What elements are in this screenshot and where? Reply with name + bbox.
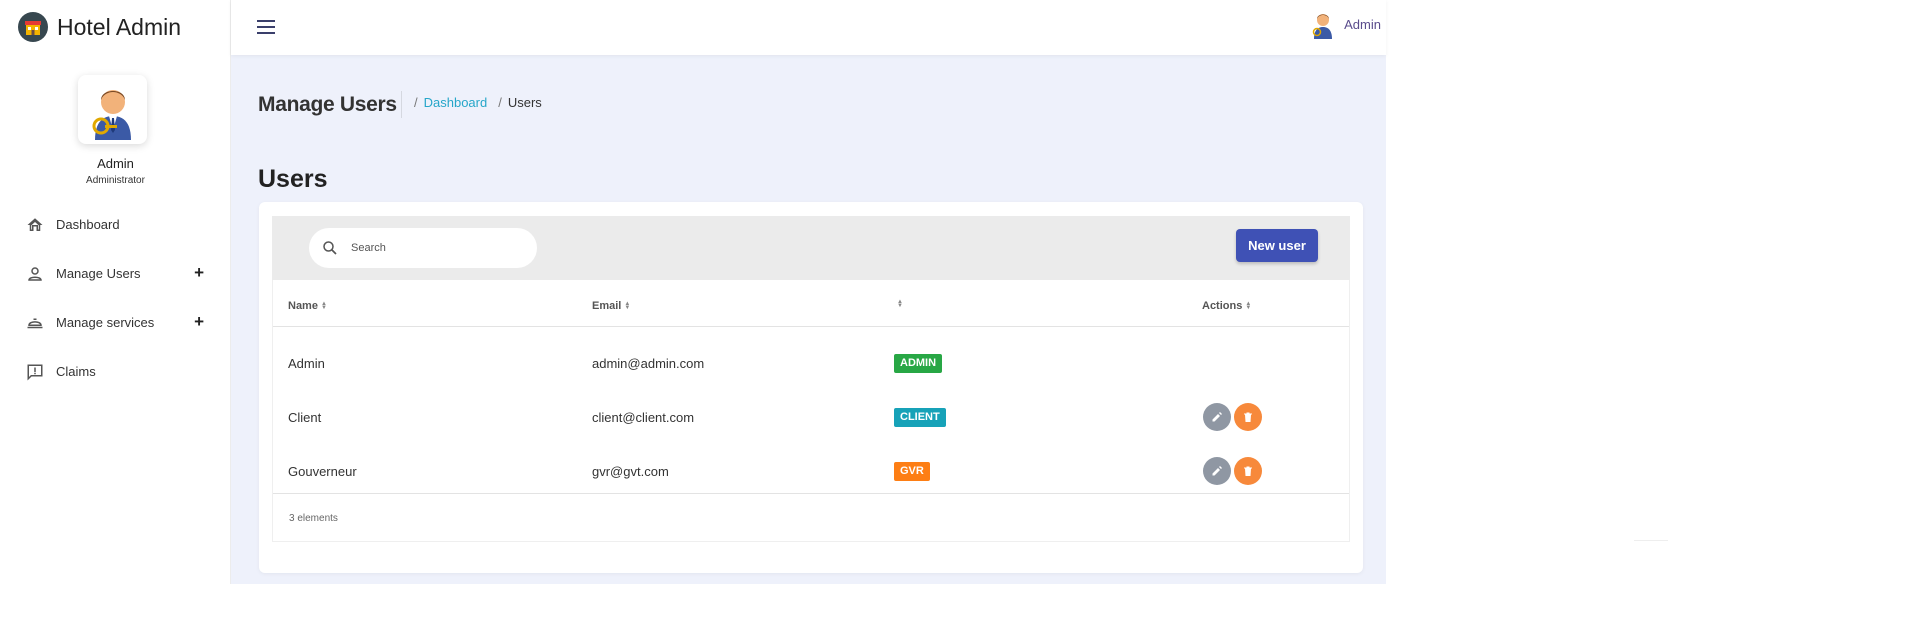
sidebar-item-manage-services[interactable]: Manage services + — [0, 298, 231, 347]
cell-email: client@client.com — [592, 410, 695, 425]
search-input[interactable] — [351, 242, 511, 254]
profile-name: Admin — [97, 156, 134, 171]
page-title: Manage Users — [258, 93, 397, 116]
search-icon — [323, 241, 337, 255]
brand[interactable]: Hotel Admin — [18, 12, 181, 42]
new-user-button[interactable]: New user — [1236, 229, 1318, 262]
users-card: New user Name ▲▼ Email ▲▼ ▲▼ — [259, 202, 1363, 573]
table-header: Name ▲ ▼ Email ▲ ▼ ▲ ▼ Actions ▲ ▼ — [273, 280, 1349, 327]
sidebar-item-label: Claims — [56, 364, 96, 379]
person-icon — [25, 264, 44, 283]
main-content: Manage Users / Dashboard / Users Users N… — [231, 55, 1386, 584]
divider — [1634, 540, 1668, 541]
search-box[interactable] — [309, 228, 537, 268]
cell-name: Admin — [288, 356, 325, 371]
sidebar-item-claims[interactable]: Claims — [0, 347, 231, 396]
home-icon — [25, 215, 44, 234]
breadcrumb-link-dashboard[interactable]: Dashboard — [424, 95, 488, 110]
pencil-icon — [1212, 466, 1222, 476]
sidebar-item-label: Manage Users — [56, 266, 141, 281]
sort-icon: ▲ ▼ — [624, 301, 631, 311]
table-row[interactable]: Gouverneur gvr@gvt.com GVR — [273, 445, 1349, 499]
users-table: Name ▲ ▼ Email ▲ ▼ ▲ ▼ Actions ▲ ▼ Admin… — [272, 280, 1350, 542]
trash-icon — [1244, 412, 1252, 422]
delete-button[interactable] — [1234, 457, 1262, 485]
expand-plus-icon[interactable]: + — [194, 313, 204, 330]
role-badge: ADMIN — [894, 354, 943, 373]
column-header-actions[interactable]: Actions ▲ ▼ — [1202, 300, 1251, 312]
user-name: Admin — [1344, 16, 1381, 32]
brand-title: Hotel Admin — [57, 13, 182, 40]
user-menu[interactable]: Admin — [1310, 9, 1381, 39]
pencil-icon — [1212, 412, 1222, 422]
sidebar-nav: Dashboard Manage Users + Manage services… — [0, 200, 231, 396]
title-divider — [401, 91, 402, 118]
cell-email: gvr@gvt.com — [592, 464, 669, 479]
service-bell-icon — [25, 313, 44, 332]
sidebar-item-dashboard[interactable]: Dashboard — [0, 200, 231, 249]
table-row[interactable]: Admin admin@admin.com ADMIN — [273, 337, 1349, 391]
hotel-logo-icon — [18, 12, 48, 42]
table-footer: 3 elements — [273, 493, 1349, 541]
section-title: Users — [258, 165, 328, 193]
edit-button[interactable] — [1203, 457, 1231, 485]
menu-toggle-button[interactable] — [257, 20, 275, 34]
sort-icon: ▲ ▼ — [1245, 301, 1252, 311]
table-row[interactable]: Client client@client.com CLIENT — [273, 391, 1349, 445]
top-bar: Admin — [231, 0, 1386, 55]
trash-icon — [1244, 466, 1252, 476]
expand-plus-icon[interactable]: + — [194, 264, 204, 281]
sidebar-item-manage-users[interactable]: Manage Users + — [0, 249, 231, 298]
profile-avatar[interactable] — [78, 75, 147, 144]
feedback-icon — [25, 362, 44, 381]
breadcrumb: / Dashboard / Users — [414, 95, 542, 110]
admin-avatar-icon — [92, 89, 131, 140]
breadcrumb-separator: / — [498, 95, 502, 110]
cell-email: admin@admin.com — [592, 356, 705, 371]
edit-button[interactable] — [1203, 403, 1231, 431]
menu-icon — [257, 20, 275, 22]
cell-name: Gouverneur — [288, 464, 357, 479]
table-toolbar: New user — [272, 216, 1350, 280]
sidebar-item-label: Dashboard — [56, 217, 120, 232]
column-header-role[interactable]: ▲ ▼ — [894, 299, 903, 309]
cell-name: Client — [288, 410, 322, 425]
role-badge: GVR — [894, 462, 930, 481]
column-header-email[interactable]: Email ▲ ▼ — [592, 300, 630, 312]
profile-role: Administrator — [86, 175, 145, 186]
breadcrumb-separator: / — [414, 95, 418, 110]
sidebar: Hotel Admin Admin Administrator Dashboar… — [0, 0, 231, 584]
breadcrumb-current: Users — [507, 95, 542, 110]
role-badge: CLIENT — [894, 408, 946, 427]
sort-icon: ▲ ▼ — [897, 299, 903, 309]
user-avatar-icon — [1312, 14, 1333, 39]
app-root: Hotel Admin Admin Administrator Dashboar… — [0, 0, 1386, 584]
element-count: 3 elements — [289, 513, 338, 524]
column-header-name[interactable]: Name ▲ ▼ — [288, 300, 327, 312]
delete-button[interactable] — [1234, 403, 1262, 431]
sidebar-item-label: Manage services — [56, 315, 155, 330]
sort-icon: ▲ ▼ — [320, 301, 327, 311]
